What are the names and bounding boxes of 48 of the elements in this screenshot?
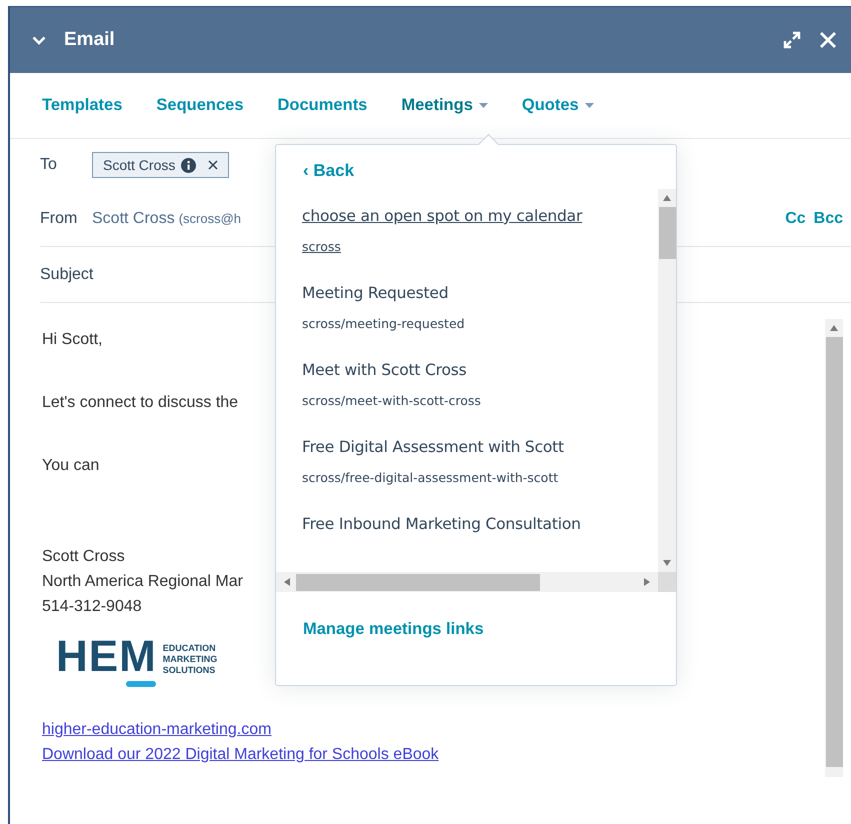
body-paragraph: You can: [42, 457, 100, 475]
meeting-link-item[interactable]: Free Inbound Marketing Consultation: [302, 515, 581, 533]
horizontal-scrollbar[interactable]: [276, 572, 658, 592]
scroll-left-icon[interactable]: [284, 578, 290, 586]
signature-line: Scott Cross: [42, 547, 125, 567]
sender-name: Scott Cross: [92, 210, 175, 228]
expand-icon[interactable]: [783, 31, 801, 49]
toolbar-tab[interactable]: Documents: [278, 96, 368, 115]
scroll-up-icon[interactable]: [830, 325, 838, 331]
window-title: Email: [64, 29, 116, 51]
logo-word: EDUCATION: [162, 643, 217, 654]
logo-bar: [126, 681, 156, 687]
sender-address: (scross@h: [178, 211, 242, 226]
info-icon[interactable]: [181, 158, 196, 172]
meeting-link-item[interactable]: Meeting Requested scross/meeting-requested: [302, 284, 465, 331]
meeting-link-item[interactable]: choose an open spot on my calendar scross: [302, 207, 582, 254]
recipient-chip[interactable]: Scott Cross: [92, 152, 230, 178]
body-paragraph: Let's connect to discuss the: [42, 394, 238, 412]
toolbar-tab[interactable]: Quotes: [522, 96, 594, 115]
remove-icon[interactable]: [208, 160, 218, 170]
close-icon[interactable]: [819, 31, 837, 49]
bcc-link[interactable]: Bcc: [814, 210, 843, 228]
toolbar-tab[interactable]: Templates: [42, 96, 122, 115]
cc-link[interactable]: Cc: [785, 210, 806, 228]
scroll-up-icon[interactable]: [663, 195, 671, 201]
to-label: To: [40, 156, 58, 174]
from-label: From: [40, 210, 78, 228]
list-scrollbar[interactable]: [658, 189, 676, 572]
scroll-right-icon[interactable]: [644, 578, 650, 586]
signature-line: North America Regional Mar: [42, 572, 243, 592]
collapse-chevron-icon[interactable]: [32, 36, 46, 44]
back-link[interactable]: ‹ Back: [303, 161, 354, 181]
logo-word: MARKETING: [162, 654, 218, 665]
signature-line: 514-312-9048: [42, 597, 142, 617]
meeting-link-item[interactable]: Meet with Scott Cross scross/meet-with-scott-cross: [302, 361, 481, 408]
signature-link[interactable]: Download our 2022 Digital Marketing for Schools eBook: [42, 742, 439, 767]
toolbar-tab[interactable]: Sequences: [156, 96, 244, 115]
scroll-thumb[interactable]: [658, 207, 676, 259]
body-paragraph: Hi Scott,: [42, 331, 102, 349]
toolbar-tab[interactable]: Meetings: [401, 96, 488, 115]
logo-word: SOLUTIONS: [162, 665, 216, 676]
manage-links-button[interactable]: Manage meetings links: [303, 620, 484, 639]
scroll-down-icon[interactable]: [663, 560, 671, 566]
meeting-link-item[interactable]: Free Digital Assessment with Scott scross/free-digital-assessment-with-scott: [302, 438, 564, 485]
scrollbar-corner: [658, 572, 676, 592]
scroll-thumb[interactable]: [296, 574, 540, 590]
signature-link[interactable]: higher-education-marketing.com: [42, 717, 272, 742]
logo-mark: HEM: [56, 632, 157, 681]
